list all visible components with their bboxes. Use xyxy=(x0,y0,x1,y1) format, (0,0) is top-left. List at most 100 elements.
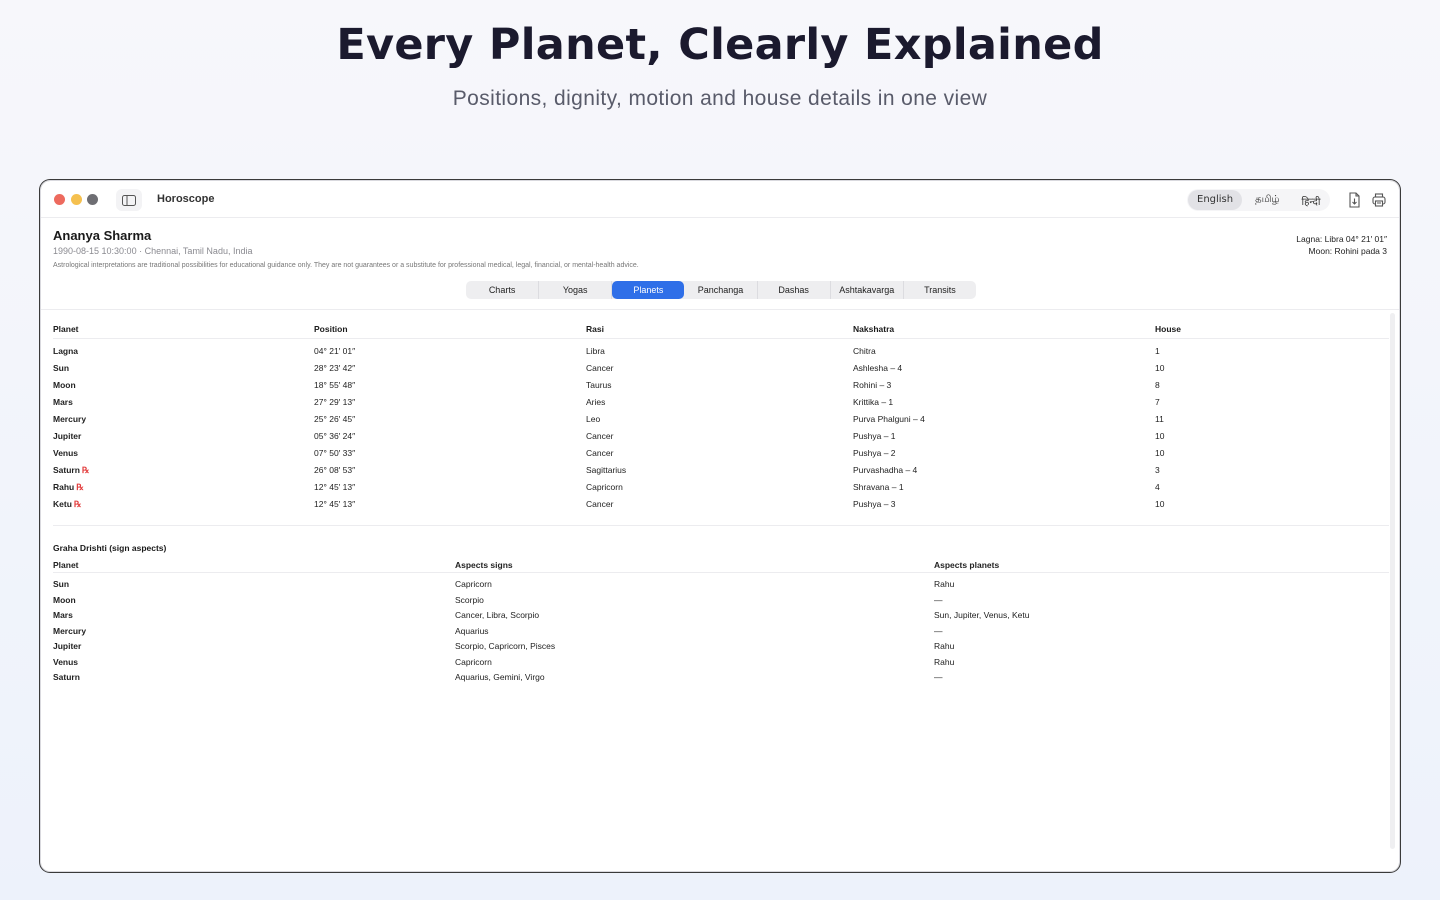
aspect-planets: — xyxy=(934,672,943,682)
planet-nakshatra: Rohini – 3 xyxy=(853,380,892,390)
planet-nakshatra: Purvashadha – 4 xyxy=(853,465,918,475)
disclaimer: Astrological interpretations are traditi… xyxy=(53,262,639,269)
app-window: Horoscope English தமிழ் हिन्दी Ananya Sh… xyxy=(40,180,1400,872)
planet-position: 28° 23′ 42″ xyxy=(314,363,356,373)
planet-nakshatra: Purva Phalguni – 4 xyxy=(853,414,925,424)
aspects-table-header: Planet Aspects signs Aspects planets xyxy=(53,557,1389,573)
tab-panchanga[interactable]: Panchanga xyxy=(684,281,758,299)
header-planet: Planet xyxy=(53,324,79,334)
aspect-planets: Sun, Jupiter, Venus, Ketu xyxy=(934,610,1030,620)
export-pdf-icon[interactable] xyxy=(1345,191,1363,209)
chart-summary: Lagna: Libra 04° 21′ 01″ Moon: Rohini pa… xyxy=(1296,233,1387,257)
language-english[interactable]: English xyxy=(1188,190,1243,210)
aspect-planets: — xyxy=(934,625,943,636)
tab-charts[interactable]: Charts xyxy=(466,281,540,299)
section-tabs: Charts Yogas Planets Panchanga Dashas As… xyxy=(466,281,976,299)
planet-house: 10 xyxy=(1155,431,1165,441)
planet-house: 11 xyxy=(1155,414,1164,424)
aspect-planet: Saturn xyxy=(53,672,80,682)
header-aspect-planets: Aspects planets xyxy=(934,560,1000,570)
window-title: Horoscope xyxy=(157,193,215,205)
aspect-planet: Moon xyxy=(53,594,76,605)
aspect-signs: Capricorn xyxy=(455,656,492,667)
planet-label: Ketu xyxy=(53,499,72,509)
retrograde-badge: ℞ xyxy=(76,482,84,492)
planet-name: Lagna xyxy=(53,346,78,356)
planet-label: Moon xyxy=(53,380,76,390)
planet-name: Saturn ℞ xyxy=(53,465,90,476)
aspect-planet: Mars xyxy=(53,610,73,620)
sidebar-toggle-button[interactable] xyxy=(116,189,142,211)
planet-position: 07° 50′ 33″ xyxy=(314,448,356,458)
aspect-planets: Rahu xyxy=(934,579,955,589)
print-icon[interactable] xyxy=(1370,191,1388,209)
planet-label: Lagna xyxy=(53,346,79,356)
planet-nakshatra: Chitra xyxy=(853,346,876,356)
planets-table: Planet Position Rasi Nakshatra House Lag… xyxy=(53,321,1389,513)
aspect-row: Mercury Aquarius — xyxy=(53,623,1389,639)
aspect-planet: Mercury xyxy=(53,625,87,636)
planet-rasi: Cancer xyxy=(586,448,614,458)
aspect-planet: Venus xyxy=(53,656,79,667)
aspect-row: Jupiter Scorpio, Capricorn, Pisces Rahu xyxy=(53,638,1389,654)
planets-table-header: Planet Position Rasi Nakshatra House xyxy=(53,321,1389,339)
header-divider xyxy=(41,309,1399,310)
planet-label: Sun xyxy=(53,363,70,373)
aspect-row: Sun Capricorn Rahu xyxy=(53,576,1389,592)
scrollbar[interactable] xyxy=(1390,313,1395,849)
aspect-signs: Aquarius xyxy=(455,625,489,636)
planet-nakshatra: Pushya – 3 xyxy=(853,499,896,509)
planet-nakshatra: Shravana – 1 xyxy=(853,482,904,492)
table-row: Jupiter 05° 36′ 24″ Cancer Pushya – 1 10 xyxy=(53,428,1389,445)
zoom-window-button[interactable] xyxy=(87,194,98,205)
planet-name: Sun xyxy=(53,363,69,373)
planet-rasi: Cancer xyxy=(586,431,614,441)
aspect-signs: Aquarius, Gemini, Virgo xyxy=(455,672,545,682)
planet-house: 4 xyxy=(1155,482,1160,492)
planet-house: 7 xyxy=(1155,397,1160,407)
aspect-row: Saturn Aquarius, Gemini, Virgo — xyxy=(53,669,1389,685)
planet-nakshatra: Pushya – 2 xyxy=(853,448,896,458)
planet-name: Jupiter xyxy=(53,431,81,441)
planet-nakshatra: Ashlesha – 4 xyxy=(853,363,903,373)
tab-ashtakavarga[interactable]: Ashtakavarga xyxy=(831,281,904,299)
planet-position: 18° 55′ 48″ xyxy=(314,380,356,390)
aspect-planets: Rahu xyxy=(934,656,955,667)
planet-house: 10 xyxy=(1155,448,1165,458)
aspect-planets: — xyxy=(934,594,943,605)
planet-rasi: Aries xyxy=(586,397,606,407)
planet-rasi: Cancer xyxy=(586,363,614,373)
header-rasi: Rasi xyxy=(586,324,604,334)
planet-rasi: Libra xyxy=(586,346,605,356)
close-window-button[interactable] xyxy=(54,194,65,205)
person-name: Ananya Sharma xyxy=(53,228,152,243)
header-aspect-signs: Aspects signs xyxy=(455,560,513,570)
planet-label: Rahu xyxy=(53,482,75,492)
planet-position: 04° 21′ 01″ xyxy=(314,346,356,356)
table-row: Mars 27° 29′ 13″ Aries Krittika – 1 7 xyxy=(53,394,1389,411)
lagna-summary: Lagna: Libra 04° 21′ 01″ xyxy=(1296,234,1387,244)
planet-rasi: Sagittarius xyxy=(586,465,627,475)
language-hindi[interactable]: हिन्दी xyxy=(1293,190,1330,210)
aspect-planet: Sun xyxy=(53,579,70,589)
tab-transits[interactable]: Transits xyxy=(904,281,976,299)
titlebar: Horoscope English தமிழ் हिन्दी xyxy=(41,181,1399,218)
planet-rasi: Capricorn xyxy=(586,482,623,492)
tab-planets[interactable]: Planets xyxy=(612,281,685,299)
planet-label: Mars xyxy=(53,397,73,407)
sidebar-icon xyxy=(122,194,136,206)
planet-name: Mercury xyxy=(53,414,86,424)
planet-position: 26° 08′ 53″ xyxy=(314,465,356,475)
table-row: Mercury 25° 26′ 45″ Leo Purva Phalguni – 4 1… xyxy=(53,411,1389,428)
aspect-row: Moon Scorpio — xyxy=(53,592,1389,608)
planet-name: Venus xyxy=(53,448,78,458)
planet-position: 12° 45′ 13″ xyxy=(314,482,356,492)
minimize-window-button[interactable] xyxy=(71,194,82,205)
aspect-signs: Scorpio xyxy=(455,594,484,605)
tab-yogas[interactable]: Yogas xyxy=(539,281,613,299)
planet-label: Venus xyxy=(53,448,79,458)
hero-title: Every Planet, Clearly Explained xyxy=(336,20,1104,70)
aspect-planets: Rahu xyxy=(934,641,955,651)
tab-dashas[interactable]: Dashas xyxy=(758,281,831,299)
language-tamil[interactable]: தமிழ் xyxy=(1246,190,1288,210)
